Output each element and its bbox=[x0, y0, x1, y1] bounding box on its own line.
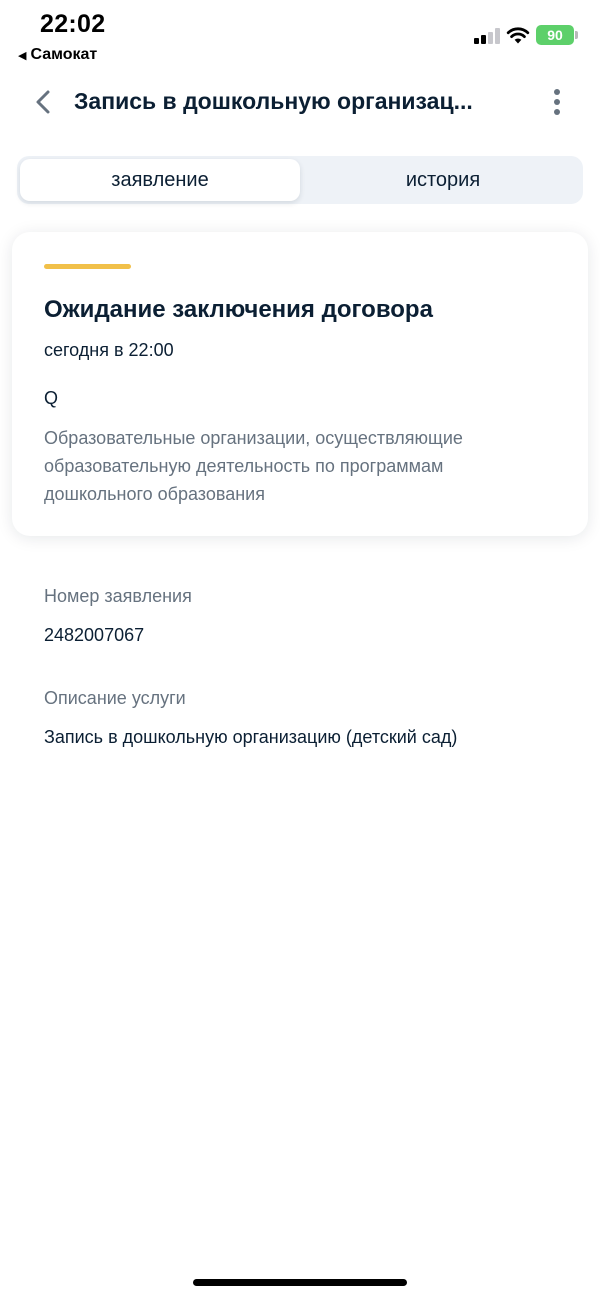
status-card: Ожидание заключения договора сегодня в 2… bbox=[12, 232, 588, 536]
status-accent-bar bbox=[44, 264, 131, 269]
application-number-value: 2482007067 bbox=[44, 625, 145, 645]
status-date: сегодня в 22:00 bbox=[44, 340, 174, 360]
home-indicator[interactable] bbox=[193, 1279, 407, 1286]
application-number-label: Номер заявления bbox=[44, 586, 192, 606]
status-bar: 22:02 ◀ Самокат 90 bbox=[0, 0, 600, 70]
cellular-signal-icon bbox=[474, 28, 502, 44]
more-vertical-icon[interactable] bbox=[546, 86, 568, 118]
back-triangle-icon: ◀ bbox=[18, 49, 27, 62]
status-time: 22:02 bbox=[40, 10, 106, 38]
back-to-app-link[interactable]: ◀ Самокат bbox=[18, 46, 97, 64]
wifi-icon bbox=[506, 27, 530, 44]
nav-header: Запись в дошкольную организац... bbox=[0, 78, 600, 128]
battery-level: 90 bbox=[547, 27, 563, 43]
tab-application[interactable]: заявление bbox=[20, 159, 300, 201]
organization-description: Образовательные организации, осуществляю… bbox=[44, 428, 463, 504]
tab-history[interactable]: история bbox=[303, 156, 583, 204]
page-title: Запись в дошкольную организац... bbox=[74, 88, 473, 114]
service-description-label: Описание услуги bbox=[44, 688, 186, 708]
tab-bar: заявление история bbox=[17, 156, 583, 204]
back-chevron-icon[interactable] bbox=[30, 86, 58, 118]
organization-name: Q bbox=[44, 388, 59, 408]
back-app-label: Самокат bbox=[30, 46, 98, 63]
service-description-value: Запись в дошкольную организацию (детский… bbox=[44, 727, 458, 747]
status-title: Ожидание заключения договора bbox=[44, 296, 433, 323]
battery-icon: 90 bbox=[536, 25, 578, 45]
